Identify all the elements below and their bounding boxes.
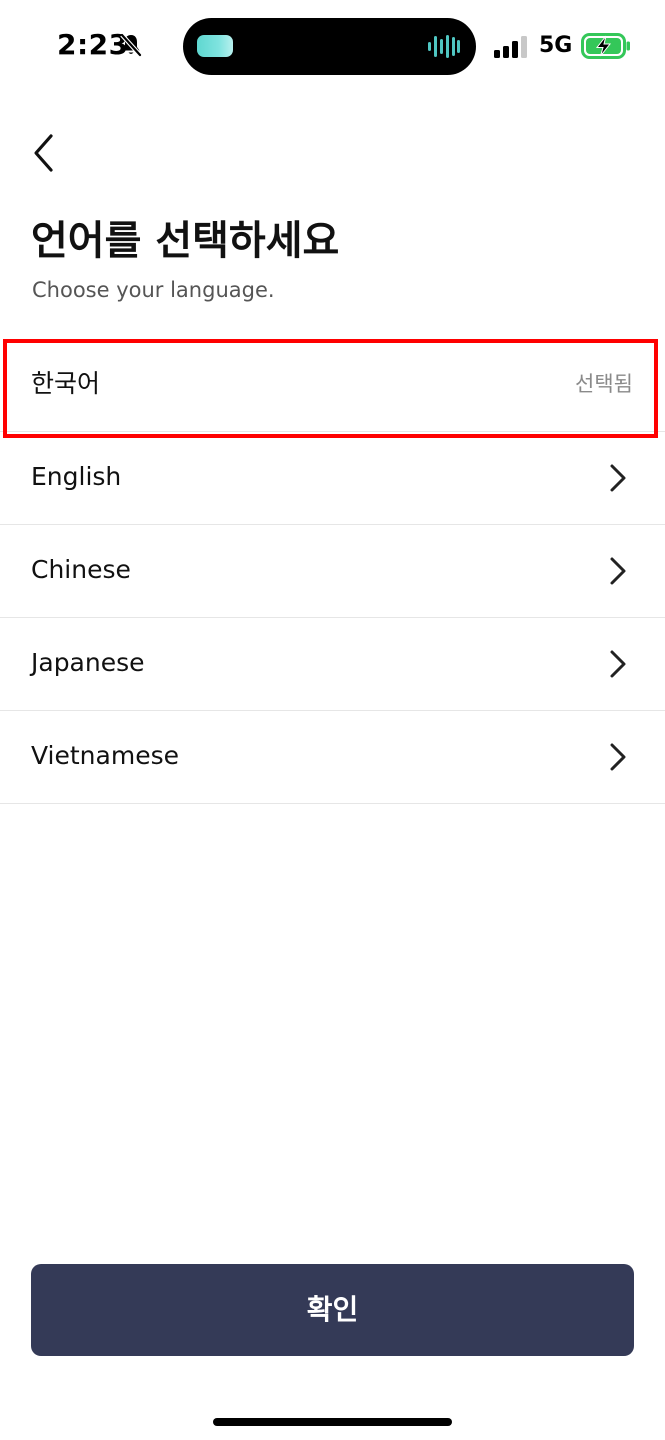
selected-status-label: 선택됨: [575, 372, 633, 396]
language-option-korean[interactable]: 한국어 선택됨: [0, 339, 665, 432]
page-title: 언어를 선택하세요: [31, 218, 340, 264]
confirm-button[interactable]: 확인: [31, 1264, 634, 1356]
now-playing-artwork-icon: [197, 35, 233, 57]
network-type: 5G: [539, 33, 573, 58]
chevron-right-icon: [610, 650, 626, 678]
back-button[interactable]: [26, 130, 66, 176]
bell-muted-icon: [120, 33, 142, 57]
language-label: Vietnamese: [31, 741, 179, 770]
chevron-right-icon: [610, 743, 626, 771]
chevron-right-icon: [610, 557, 626, 585]
page-subtitle: Choose your language.: [32, 278, 275, 302]
language-label: Japanese: [31, 648, 145, 677]
chevron-left-icon: [34, 134, 53, 172]
home-indicator[interactable]: [213, 1418, 452, 1426]
language-label: Chinese: [31, 555, 131, 584]
language-list: 한국어 선택됨 English Chinese Japanese Vietnam…: [0, 339, 665, 804]
language-option-english[interactable]: English: [0, 432, 665, 525]
language-option-chinese[interactable]: Chinese: [0, 525, 665, 618]
status-bar: 2:23 5G: [0, 0, 665, 92]
audio-waveform-icon: [428, 35, 460, 58]
chevron-right-icon: [610, 464, 626, 492]
language-label: English: [31, 462, 122, 491]
language-option-vietnamese[interactable]: Vietnamese: [0, 711, 665, 804]
dynamic-island: [183, 18, 476, 75]
language-option-japanese[interactable]: Japanese: [0, 618, 665, 711]
language-selection-screen: 2:23 5G 언어를 선택하세요 Choose your language. …: [0, 0, 665, 1440]
signal-icon: [494, 36, 527, 58]
language-label: 한국어: [31, 369, 101, 398]
battery-charging-icon: [581, 33, 630, 59]
